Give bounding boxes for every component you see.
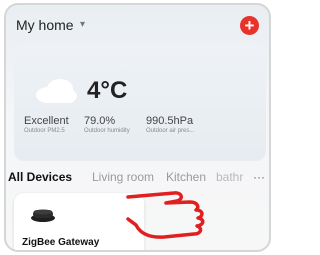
weather-card[interactable]: 4°C Excellent Outdoor PM2.5 79.0% Outdoo… [14,43,266,161]
cloud-icon [36,79,77,103]
pressure-stat: 990.5hPa Outdoor air pres... [146,115,194,134]
app-screen: My home ▾ + 4°C Excellent Outdoor PM2.5 … [4,3,271,252]
pm25-value: Excellent [24,115,69,127]
pointing-hand-icon [126,191,205,239]
home-selector[interactable]: My home [16,17,74,33]
humidity-stat: 79.0% Outdoor humidity [84,115,130,134]
pressure-label: Outdoor air pres... [146,128,195,134]
pm25-stat: Excellent Outdoor PM2.5 [24,115,69,134]
humidity-value: 79.0% [84,115,116,127]
tab-all-devices[interactable]: All Devices [8,170,72,184]
pm25-label: Outdoor PM2.5 [24,128,65,134]
pressure-value: 990.5hPa [146,115,194,127]
add-device-button[interactable]: + [240,16,259,35]
device-name: ZigBee Gateway [22,237,100,248]
chevron-down-icon[interactable]: ▾ [80,19,85,30]
more-tabs-icon[interactable]: ··· [253,170,265,184]
temperature-value: 4°C [87,77,128,104]
gateway-icon [31,209,55,222]
humidity-label: Outdoor humidity [84,128,130,134]
top-bar: My home ▾ + [16,15,259,37]
